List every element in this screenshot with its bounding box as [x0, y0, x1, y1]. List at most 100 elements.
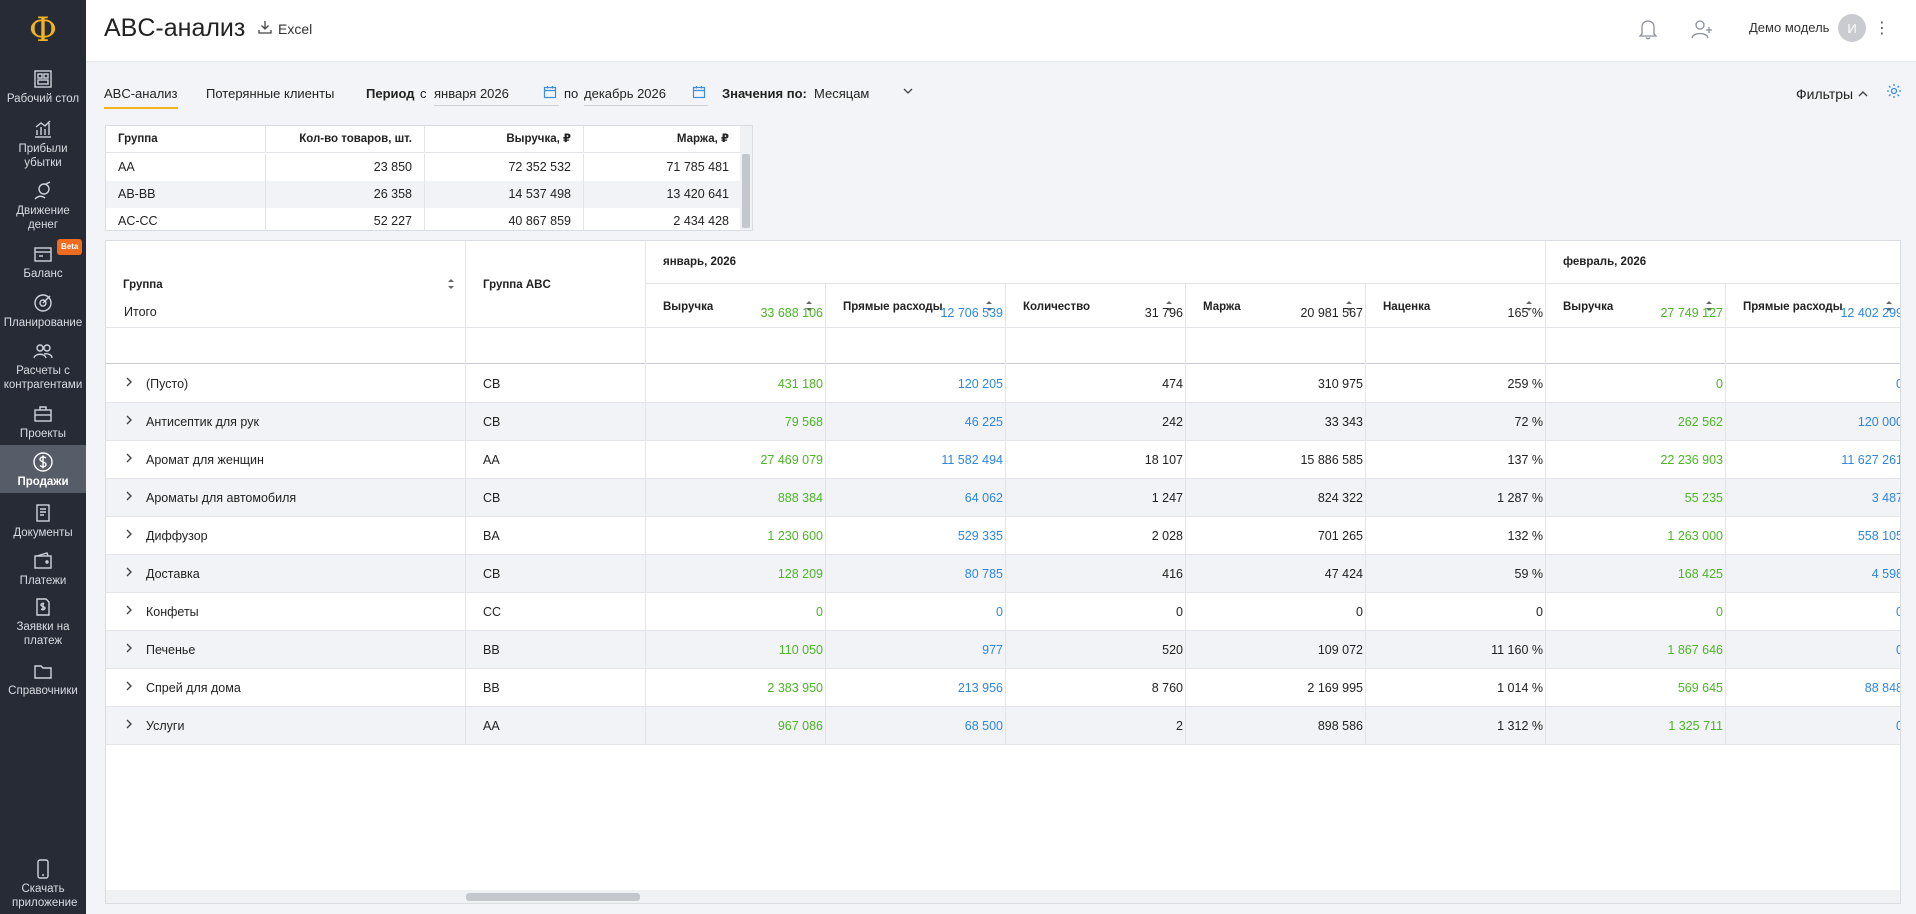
value-cell[interactable]: 213 956 — [825, 681, 1003, 695]
value-cell[interactable]: 262 562 — [1545, 415, 1723, 429]
value-cell[interactable]: 11 627 261 — [1725, 453, 1900, 467]
app-logo[interactable]: Ф — [0, 8, 86, 52]
chevron-right-icon[interactable] — [124, 376, 134, 391]
value-cell[interactable]: 80 785 — [825, 567, 1003, 581]
table-header-row: Группа Кол-во товаров, шт. Выручка, ₽ Ма… — [106, 126, 742, 153]
value-cell[interactable]: 431 180 — [645, 377, 823, 391]
value-cell[interactable]: 3 487 — [1725, 491, 1900, 505]
sidebar-item-cashflow[interactable]: Движение денег — [0, 180, 86, 232]
value-cell[interactable]: 55 235 — [1545, 491, 1723, 505]
kebab-menu-icon[interactable]: ⋮ — [1874, 18, 1890, 38]
download-app-button[interactable]: Скачать приложение — [0, 858, 86, 910]
value-cell[interactable]: 0 — [825, 605, 1003, 619]
group-cell: AA — [106, 154, 266, 181]
filters-toggle[interactable]: Фильтры — [1796, 86, 1869, 102]
value-cell[interactable]: 168 425 — [1545, 567, 1723, 581]
add-user-icon[interactable] — [1690, 18, 1714, 43]
value-cell[interactable]: 11 582 494 — [825, 453, 1003, 467]
value-cell[interactable]: 1 263 000 — [1545, 529, 1723, 543]
value-cell[interactable]: 0 — [1545, 377, 1723, 391]
value-cell: 1 287 % — [1497, 491, 1543, 505]
horizontal-scrollbar[interactable] — [106, 890, 1900, 903]
calendar-icon[interactable] — [543, 85, 557, 102]
value-cell[interactable]: 0 — [1725, 719, 1900, 733]
value-cell[interactable]: 1 867 646 — [1545, 643, 1723, 657]
column-header-abc-group[interactable]: Группа ABC — [483, 279, 551, 291]
gear-icon[interactable] — [1886, 83, 1902, 102]
value-cell[interactable]: 64 062 — [825, 491, 1003, 505]
sidebar-item-payments[interactable]: Платежи — [0, 550, 86, 588]
value-cell[interactable]: 569 645 — [1545, 681, 1723, 695]
value-cell[interactable]: 27 469 079 — [645, 453, 823, 467]
margin-cell: 71 785 481 — [584, 154, 742, 181]
value-cell[interactable]: 1 325 711 — [1545, 719, 1723, 733]
tab-lost-clients[interactable]: Потерянные клиенты — [206, 86, 334, 101]
value-cell[interactable]: 110 050 — [645, 643, 823, 657]
download-icon — [258, 20, 272, 37]
value-cell[interactable]: 977 — [825, 643, 1003, 657]
calendar-icon[interactable] — [692, 85, 706, 102]
total-divider — [106, 327, 1900, 328]
chevron-right-icon[interactable] — [124, 718, 134, 733]
value-cell[interactable]: 0 — [1725, 643, 1900, 657]
chevron-right-icon[interactable] — [124, 642, 134, 657]
value-cell: 474 — [1162, 377, 1183, 391]
sidebar-item-sales[interactable]: Продажи — [0, 445, 86, 493]
bell-icon[interactable] — [1638, 18, 1658, 43]
value-cell[interactable]: 46 225 — [825, 415, 1003, 429]
value-cell[interactable]: 0 — [645, 605, 823, 619]
chevron-right-icon[interactable] — [124, 566, 134, 581]
column-divider — [1185, 283, 1186, 745]
sidebar-item-label: Документы — [13, 527, 73, 539]
sidebar-item-planning[interactable]: Планирование — [0, 292, 86, 330]
abc-group-cell: BA — [483, 529, 500, 543]
user-name[interactable]: Демо модель — [1749, 20, 1829, 35]
value-cell[interactable]: 967 086 — [645, 719, 823, 733]
value-cell[interactable]: 888 384 — [645, 491, 823, 505]
value-cell[interactable]: 22 236 903 — [1545, 453, 1723, 467]
chevron-right-icon[interactable] — [124, 414, 134, 429]
sidebar-item-references[interactable]: Справочники — [0, 660, 86, 698]
sort-arrows-icon[interactable] — [447, 277, 455, 291]
chevron-right-icon[interactable] — [124, 528, 134, 543]
value-cell[interactable]: 120 000 — [1725, 415, 1900, 429]
value-cell[interactable]: 88 848 — [1725, 681, 1900, 695]
sidebar-item-documents[interactable]: Документы — [0, 502, 86, 540]
value-cell[interactable]: 120 205 — [825, 377, 1003, 391]
values-by-select[interactable]: Месяцам — [814, 86, 914, 101]
value-cell[interactable]: 0 — [1545, 605, 1723, 619]
chevron-right-icon[interactable] — [124, 490, 134, 505]
chevron-right-icon[interactable] — [124, 604, 134, 619]
scrollbar-thumb[interactable] — [466, 893, 640, 901]
chevron-right-icon[interactable] — [124, 680, 134, 695]
value-cell[interactable]: 4 598 — [1725, 567, 1900, 581]
value-cell: 898 586 — [1317, 719, 1363, 733]
sidebar-item-desktop[interactable]: Рабочий стол — [0, 68, 86, 106]
excel-export-button[interactable]: Excel — [258, 20, 312, 37]
avatar[interactable]: И — [1838, 14, 1866, 42]
value-cell[interactable]: 1 230 600 — [645, 529, 823, 543]
scrollbar-thumb[interactable] — [742, 154, 750, 228]
sidebar-item-balance[interactable]: Beta Баланс — [0, 239, 86, 281]
sidebar-item-payment-requests[interactable]: Заявки на платеж — [0, 596, 86, 648]
vertical-scrollbar[interactable] — [740, 126, 752, 230]
chart-bar-icon — [32, 118, 54, 140]
value-cell[interactable]: 0 — [1725, 605, 1900, 619]
value-cell[interactable]: 79 568 — [645, 415, 823, 429]
period-from-input[interactable]: января 2026 — [434, 80, 559, 106]
tab-abc-analysis[interactable]: ABC-анализ — [104, 86, 178, 109]
value-cell[interactable]: 2 383 950 — [645, 681, 823, 695]
sidebar-item-profit[interactable]: Прибыли убытки — [0, 118, 86, 170]
briefcase-icon — [32, 403, 54, 425]
value-cell[interactable]: 68 500 — [825, 719, 1003, 733]
sidebar: Ф Рабочий стол Прибыли убытки Движение д… — [0, 0, 86, 914]
sidebar-item-contractors[interactable]: Расчеты с контрагентами — [0, 340, 86, 392]
value-cell[interactable]: 128 209 — [645, 567, 823, 581]
value-cell[interactable]: 529 335 — [825, 529, 1003, 543]
column-header-group[interactable]: Группа — [123, 279, 163, 291]
value-cell[interactable]: 0 — [1725, 377, 1900, 391]
sidebar-item-projects[interactable]: Проекты — [0, 403, 86, 441]
value-cell[interactable]: 558 105 — [1725, 529, 1900, 543]
chevron-right-icon[interactable] — [124, 452, 134, 467]
period-to-input[interactable]: декабрь 2026 — [584, 80, 708, 106]
